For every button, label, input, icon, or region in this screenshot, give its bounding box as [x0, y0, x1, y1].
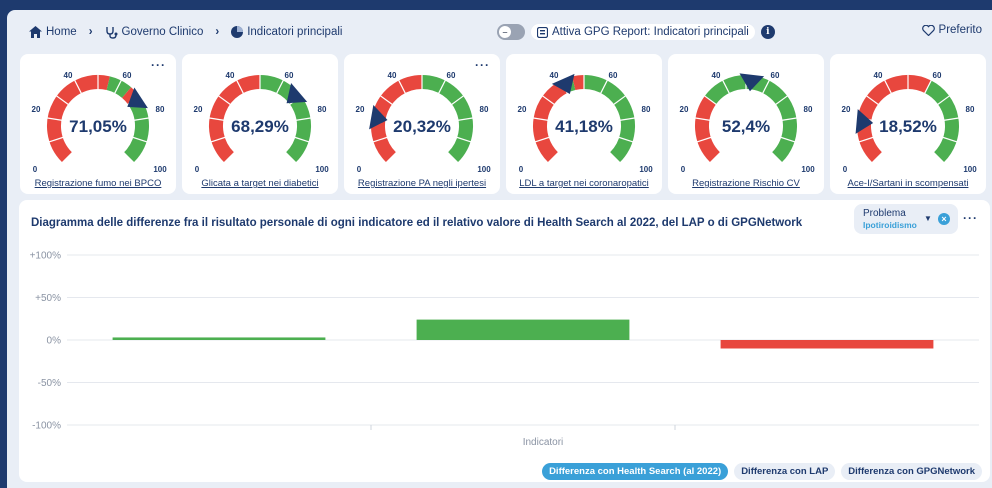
favorite-button[interactable]: Preferito [921, 24, 982, 36]
breadcrumb-home-label: Home [46, 26, 77, 38]
gauge-tick-label: 40 [64, 71, 73, 80]
gpg-report-label: Attiva GPG Report: Indicatori principali [552, 26, 749, 38]
differences-chart-panel: Diagramma delle differenze fra il risult… [19, 200, 990, 482]
gauge-tick-label: 80 [318, 105, 327, 114]
gauge-tick-label: 80 [480, 105, 489, 114]
y-tick-label: +100% [30, 251, 62, 262]
favorite-label: Preferito [938, 24, 982, 36]
gauge-value: 41,18% [555, 117, 613, 136]
gauge-value: 20,32% [393, 117, 451, 136]
gauge-tick-label: 0 [195, 165, 200, 174]
gauge-tick-label: 20 [680, 105, 689, 114]
bar-chart: +100% +50% 0% -50% -100% Indicatori [30, 251, 979, 448]
gauge-band [572, 75, 585, 91]
gauge-card: 0 20 40 60 80 100 68,29% Glicata a target nei d… [182, 54, 338, 194]
gauge-tick-label: 20 [356, 105, 365, 114]
gauge-tick-label: 80 [156, 105, 165, 114]
breadcrumb-governo-clinico[interactable]: Governo Clinico [105, 26, 204, 39]
more-options-icon[interactable]: ··· [151, 58, 166, 72]
gauge-tick-label: 80 [804, 105, 813, 114]
gauge-tick-label: 100 [477, 165, 491, 174]
y-tick-label: -50% [38, 378, 61, 389]
indicator-link[interactable]: Registrazione PA negli ipertesi [344, 178, 500, 189]
breadcrumb-home[interactable]: Home [29, 26, 77, 38]
chart-pie-icon [231, 26, 244, 38]
gauge-tick-label: 20 [194, 105, 203, 114]
home-icon [29, 26, 42, 38]
gauge-tick-label: 80 [966, 105, 975, 114]
gauge-value: 52,4% [721, 117, 771, 136]
gauge-tick-label: 40 [550, 71, 559, 80]
gauge-tick-label: 60 [447, 71, 456, 80]
top-bar: Home › Governo Clinico › Indicatori prin… [7, 10, 992, 54]
gauge-tick-label: 100 [639, 165, 653, 174]
indicator-link[interactable]: Glicata a target nei diabetici [182, 178, 338, 189]
gauge-tick-label: 0 [519, 165, 524, 174]
gpg-report-toggle-group: – Attiva GPG Report: Indicatori principa… [497, 22, 775, 42]
indicator-link[interactable]: LDL a target nei coronaropatici [506, 178, 662, 189]
chevron-right-icon: › [215, 26, 220, 38]
gauge-tick-label: 60 [123, 71, 132, 80]
gauge-card: 0 20 40 60 80 100 20,32% Registrazione PA negli… [344, 54, 500, 194]
gauge-tick-label: 20 [518, 105, 527, 114]
gauge-card: 0 20 40 60 80 100 41,18% LDL a target nei coron… [506, 54, 662, 194]
report-icon [537, 26, 548, 38]
info-icon[interactable]: i [760, 25, 775, 39]
gauge-tick-label: 0 [357, 165, 362, 174]
gauge-tick-label: 40 [712, 71, 721, 80]
breadcrumb: Home › Governo Clinico › Indicatori prin… [29, 10, 342, 54]
gauge-tick-label: 0 [33, 165, 38, 174]
chart-bar[interactable] [112, 337, 326, 340]
gauge-tick-label: 80 [642, 105, 651, 114]
gauge-tick-label: 40 [226, 71, 235, 80]
indicator-link[interactable]: Registrazione fumo nei BPCO [20, 178, 176, 189]
gauge-value: 68,29% [231, 117, 289, 136]
legend-chip[interactable]: Differenza con GPGNetwork [841, 463, 982, 480]
gauge-tick-label: 40 [874, 71, 883, 80]
stethoscope-icon [105, 26, 118, 39]
chart-legend: Differenza con Health Search (al 2022) Di… [542, 463, 982, 480]
gauge-tick-label: 100 [801, 165, 815, 174]
gauge-tick-label: 100 [315, 165, 329, 174]
gauge-tick-label: 20 [842, 105, 851, 114]
gpg-report-toggle[interactable]: – [497, 24, 525, 40]
indicator-link[interactable]: Registrazione Rischio CV [668, 178, 824, 189]
toggle-off-icon: – [499, 26, 511, 38]
y-tick-label: -100% [32, 421, 61, 432]
gauge-tick-label: 60 [609, 71, 618, 80]
gauge-tick-label: 100 [153, 165, 167, 174]
breadcrumb-governo-label: Governo Clinico [121, 26, 204, 38]
chart-bar[interactable] [416, 319, 630, 340]
gauge-tick-label: 0 [843, 165, 848, 174]
more-options-icon[interactable]: ··· [475, 58, 490, 72]
x-axis-title: Indicatori [523, 437, 564, 448]
gauge-tick-label: 20 [32, 105, 41, 114]
y-tick-label: 0% [47, 336, 62, 347]
heart-icon [921, 24, 935, 36]
chevron-right-icon: › [88, 26, 93, 38]
gauge-card: 0 20 40 60 80 100 18,52% Ace-I/Sartani in scomp… [830, 54, 986, 194]
chart-bar[interactable] [720, 340, 934, 349]
gauge-tick-label: 100 [963, 165, 977, 174]
gauge-tick-label: 60 [771, 71, 780, 80]
gpg-report-label-box: Attiva GPG Report: Indicatori principali [531, 24, 755, 40]
indicator-link[interactable]: Ace-I/Sartani in scompensati [830, 178, 986, 189]
breadcrumb-indicatori-label: Indicatori principali [247, 26, 343, 38]
legend-chip[interactable]: Differenza con LAP [734, 463, 836, 480]
app-frame: Home › Governo Clinico › Indicatori prin… [7, 10, 992, 488]
gauge-value: 71,05% [69, 117, 127, 136]
gauge-card: 0 20 40 60 80 100 52,4% Registrazione Rischio C… [668, 54, 824, 194]
gauge-value: 18,52% [879, 117, 937, 136]
gauge-card: 0 20 40 60 80 100 71,05% Registrazione fumo nei… [20, 54, 176, 194]
gauge-tick-label: 0 [681, 165, 686, 174]
gauge-tick-label: 40 [388, 71, 397, 80]
y-tick-label: +50% [35, 293, 61, 304]
gauge-tick-label: 60 [285, 71, 294, 80]
gauge-tick-label: 60 [933, 71, 942, 80]
legend-chip[interactable]: Differenza con Health Search (al 2022) [542, 463, 729, 480]
breadcrumb-indicatori[interactable]: Indicatori principali [231, 26, 342, 38]
